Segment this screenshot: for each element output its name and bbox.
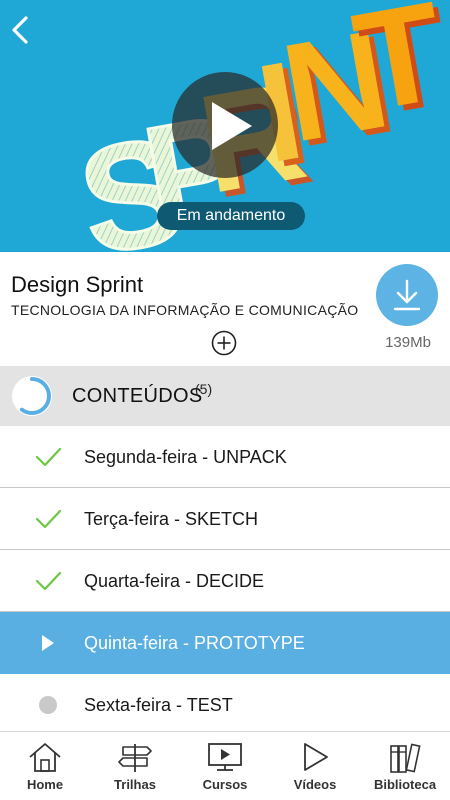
books-icon: [390, 743, 421, 773]
progress-ring: [12, 376, 52, 416]
check-icon: [35, 571, 62, 591]
chevron-left-icon: [12, 16, 28, 44]
check-icon: [35, 447, 62, 467]
course-category: TECNOLOGIA DA INFORMAÇÃO E COMUNICAÇÃO: [11, 302, 359, 318]
status-badge: Em andamento: [157, 202, 305, 230]
nav-label: Vídeos: [293, 777, 337, 792]
nav-label: Biblioteca: [373, 777, 437, 792]
back-button[interactable]: [6, 12, 34, 48]
play-button[interactable]: [172, 72, 278, 178]
nav-label: Cursos: [202, 777, 248, 792]
nav-label: Home: [26, 777, 64, 792]
course-title: Design Sprint: [11, 272, 144, 297]
lesson-item-monday[interactable]: Segunda-feira - UNPACK: [0, 426, 450, 488]
bottom-navigation: Home Trilhas Cursos Vídeos Biblioteca: [0, 731, 450, 800]
check-icon: [35, 509, 62, 529]
lesson-item-thursday[interactable]: Quinta-feira - PROTOTYPE: [0, 612, 450, 674]
download-button[interactable]: [376, 264, 438, 326]
nav-home[interactable]: Home: [0, 732, 90, 800]
dot-icon: [39, 696, 57, 714]
nav-cursos[interactable]: Cursos: [180, 732, 270, 800]
contents-header[interactable]: CONTEÚDOS (5): [0, 366, 450, 426]
lesson-list: Segunda-feira - UNPACK Terça-feira - SKE…: [0, 426, 450, 736]
lesson-item-wednesday[interactable]: Quarta-feira - DECIDE: [0, 550, 450, 612]
course-header: Design Sprint TECNOLOGIA DA INFORMAÇÃO E…: [0, 252, 450, 366]
play-outline-icon: [304, 743, 328, 771]
nav-label: Trilhas: [114, 777, 156, 792]
contents-count: (5): [195, 381, 213, 397]
nav-videos[interactable]: Vídeos: [270, 732, 360, 800]
lesson-label: Terça-feira - SKETCH: [84, 509, 259, 529]
lesson-item-friday[interactable]: Sexta-feira - TEST: [0, 674, 450, 736]
home-icon: [29, 743, 61, 772]
nav-trilhas[interactable]: Trilhas: [90, 732, 180, 800]
lesson-label: Quarta-feira - DECIDE: [84, 571, 265, 591]
play-icon: [42, 635, 54, 651]
lesson-label: Segunda-feira - UNPACK: [84, 447, 287, 467]
nav-biblioteca[interactable]: Biblioteca: [360, 732, 450, 800]
download-size: 139Mb: [385, 334, 431, 351]
signpost-icon: [118, 744, 152, 772]
add-button[interactable]: [211, 330, 237, 356]
lesson-label: Sexta-feira - TEST: [84, 695, 233, 715]
play-icon: [212, 102, 252, 150]
lesson-item-tuesday[interactable]: Terça-feira - SKETCH: [0, 488, 450, 550]
contents-title: CONTEÚDOS: [72, 385, 203, 407]
plus-circle-icon: [211, 330, 237, 356]
course-hero: S P R R I I N N T T Em andamento: [0, 0, 450, 252]
download-icon: [393, 279, 421, 311]
monitor-icon: [208, 743, 242, 771]
lesson-label: Quinta-feira - PROTOTYPE: [84, 633, 305, 653]
